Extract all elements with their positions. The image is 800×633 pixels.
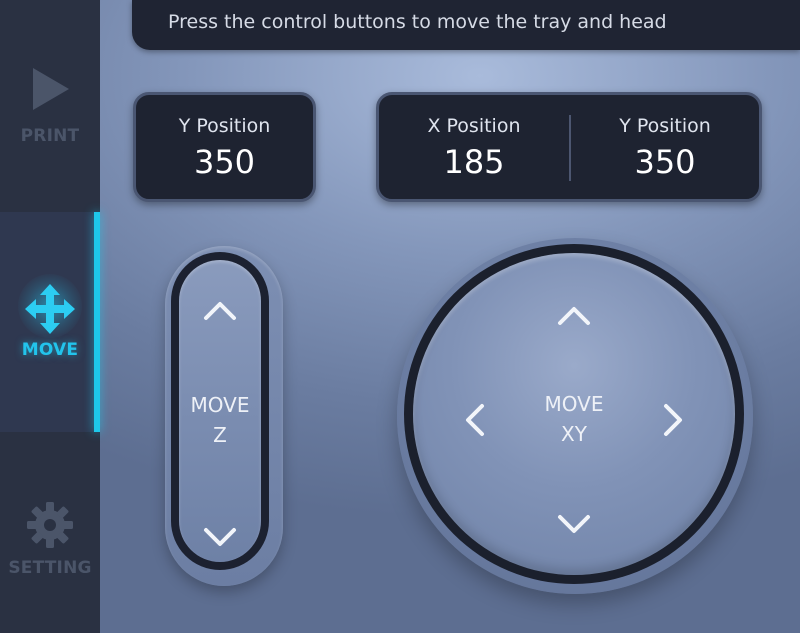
sidebar-item-setting[interactable]: SETTING — [0, 440, 100, 633]
move-z-label-line1: MOVE — [190, 393, 250, 417]
instruction-text: Press the control buttons to move the tr… — [168, 11, 667, 33]
position-value: 185 — [443, 143, 505, 181]
move-xy-pad: MOVE XY — [413, 253, 735, 575]
y-position-readout: Y Position 350 — [571, 95, 759, 199]
chevron-up-icon — [558, 307, 590, 325]
move-xy-label-line1: MOVE — [544, 392, 604, 416]
move-z-up-button[interactable] — [195, 290, 245, 330]
sidebar-item-label: PRINT — [20, 126, 80, 146]
move-xy-label-line2: XY — [561, 422, 587, 446]
position-title: Y Position — [178, 115, 271, 137]
move-z-label-line2: Z — [213, 423, 227, 447]
position-panel-left: Y Position 350 — [133, 92, 316, 202]
move-z-control: MOVE Z — [171, 252, 269, 570]
move-z-label: MOVE Z — [179, 390, 261, 450]
move-z-down-button[interactable] — [195, 518, 245, 558]
position-value: 350 — [193, 143, 256, 181]
position-value: 350 — [634, 143, 696, 181]
move-xy-up-button[interactable] — [552, 293, 596, 337]
active-indicator — [94, 212, 100, 432]
chevron-down-icon — [204, 528, 236, 546]
position-title: X Position — [427, 115, 521, 137]
instruction-bar: Press the control buttons to move the tr… — [132, 0, 800, 50]
move-xy-down-button[interactable] — [552, 503, 596, 547]
y-position-readout: Y Position 350 — [136, 95, 313, 199]
move-arrows-icon — [25, 284, 75, 334]
position-title: Y Position — [619, 115, 711, 137]
move-z-pad: MOVE Z — [179, 260, 261, 562]
sidebar-item-print[interactable]: PRINT — [0, 0, 100, 220]
sidebar-item-label: MOVE — [21, 340, 79, 360]
gear-icon — [27, 502, 73, 548]
sidebar: PRINT MOVE SETTING — [0, 0, 100, 633]
x-position-readout: X Position 185 — [379, 95, 569, 199]
position-panel-right: X Position 185 Y Position 350 — [376, 92, 762, 202]
sidebar-item-move[interactable]: MOVE — [0, 212, 100, 432]
chevron-up-icon — [204, 302, 236, 320]
sidebar-item-label: SETTING — [8, 558, 92, 578]
move-xy-control: MOVE XY — [404, 244, 744, 584]
play-icon — [33, 68, 69, 110]
chevron-down-icon — [558, 515, 590, 533]
move-xy-label: MOVE XY — [413, 389, 735, 449]
